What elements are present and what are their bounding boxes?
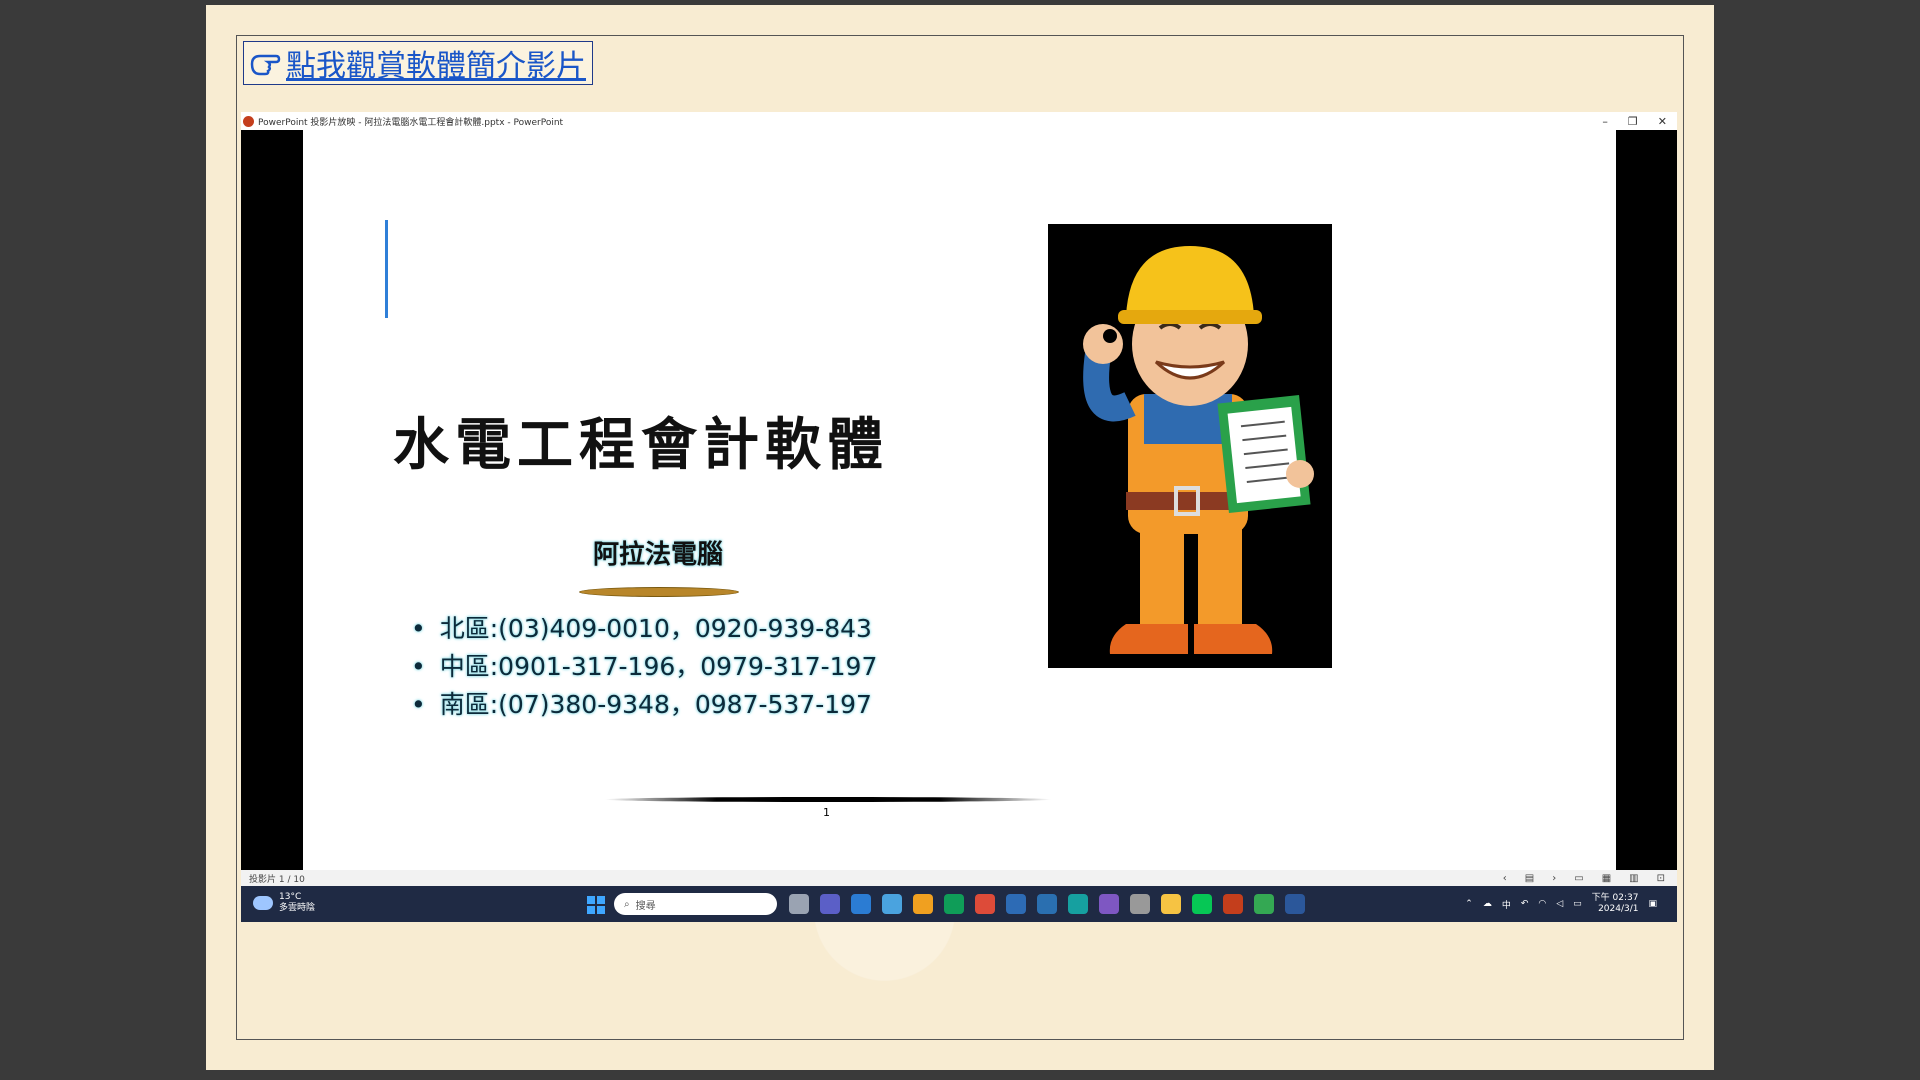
- taskbar-app-icon[interactable]: [1068, 894, 1088, 914]
- taskbar-app-icon[interactable]: [1192, 894, 1212, 914]
- normal-view-icon[interactable]: ▭: [1574, 873, 1583, 884]
- windows-taskbar: 13°C 多雲時陰 ⌕ 搜尋 ⌃ ☁ 中 ↶ ◠ ◁ ▭ 下午 02:37 20…: [241, 886, 1677, 922]
- system-tray: ⌃ ☁ 中 ↶ ◠ ◁ ▭ 下午 02:37 2024/3/1 ▣: [1465, 890, 1657, 918]
- reading-view-icon[interactable]: ▥: [1629, 873, 1638, 884]
- windows-start-icon[interactable]: [587, 896, 605, 914]
- taskbar-app-icon[interactable]: [1037, 894, 1057, 914]
- taskbar-app-icon[interactable]: [1099, 894, 1119, 914]
- taskbar-app-icon[interactable]: [1006, 894, 1026, 914]
- slide-menu-icon[interactable]: ▤: [1525, 873, 1534, 884]
- search-icon: ⌕: [624, 898, 630, 910]
- minimize-button[interactable]: –: [1602, 115, 1608, 128]
- temperature: 13°C: [279, 892, 302, 902]
- notification-icon[interactable]: ▣: [1648, 899, 1657, 909]
- taskbar-app-icon[interactable]: [913, 894, 933, 914]
- contact-item-central: 中區:0901-317-196，0979-317-197: [411, 648, 878, 686]
- slide[interactable]: 水電工程會計軟體 阿拉法電腦 北區:(03)409-0010，0920-939-…: [303, 130, 1616, 870]
- weather-description: 多雲時陰: [279, 903, 316, 913]
- worker-illustration: [1048, 224, 1332, 668]
- clock-date: 2024/3/1: [1598, 904, 1639, 914]
- slide-indicator: 投影片 1 / 10: [249, 874, 305, 885]
- onedrive-icon[interactable]: ☁: [1483, 899, 1492, 909]
- slideshow-view-icon[interactable]: ⊡: [1657, 873, 1665, 884]
- taskbar-app-icon[interactable]: [1285, 894, 1305, 914]
- taskbar-app-icon[interactable]: [1254, 894, 1274, 914]
- volume-icon[interactable]: ◁: [1556, 899, 1563, 909]
- document-page: 點我觀賞軟體簡介影片 PowerPoint 投影片放映 - 阿拉法電腦水電工程會…: [206, 5, 1714, 1070]
- watch-video-link[interactable]: 點我觀賞軟體簡介影片: [243, 41, 593, 85]
- pointing-hand-icon: [250, 54, 281, 76]
- weather-widget[interactable]: 13°C 多雲時陰: [253, 892, 315, 914]
- clock-time: 下午 02:37: [1591, 893, 1639, 903]
- contact-item-south: 南區:(07)380-9348，0987-537-197: [411, 686, 877, 724]
- powerpoint-logo-icon: [243, 115, 254, 127]
- ime-indicator[interactable]: 中: [1502, 898, 1511, 911]
- restore-button[interactable]: ❐: [1628, 115, 1638, 128]
- taskbar-search[interactable]: ⌕ 搜尋: [614, 893, 777, 915]
- taskbar-app-icon[interactable]: [789, 894, 809, 914]
- contact-item-north: 北區:(03)409-0010，0920-939-843: [411, 610, 877, 648]
- taskbar-app-icon[interactable]: [975, 894, 995, 914]
- wifi-icon[interactable]: ◠: [1538, 899, 1546, 909]
- footer-divider: [605, 797, 1051, 802]
- page-number: 1: [823, 806, 830, 819]
- next-slide-button[interactable]: ›: [1552, 873, 1556, 884]
- taskbar-app-icon[interactable]: [1161, 894, 1181, 914]
- accent-line: [385, 220, 388, 318]
- decorative-divider: [579, 587, 739, 597]
- window-titlebar: PowerPoint 投影片放映 - 阿拉法電腦水電工程會計軟體.pptx - …: [241, 112, 1677, 130]
- page-border: 點我觀賞軟體簡介影片 PowerPoint 投影片放映 - 阿拉法電腦水電工程會…: [236, 35, 1684, 1040]
- clock[interactable]: 下午 02:37 2024/3/1: [1592, 893, 1639, 915]
- slide-sorter-icon[interactable]: ▦: [1602, 873, 1611, 884]
- contact-list: 北區:(03)409-0010，0920-939-843 中區:0901-317…: [411, 610, 878, 724]
- taskbar-app-icon[interactable]: [1130, 894, 1150, 914]
- window-title: PowerPoint 投影片放映 - 阿拉法電腦水電工程會計軟體.pptx - …: [258, 117, 564, 128]
- watch-video-link-label: 點我觀賞軟體簡介影片: [286, 49, 586, 84]
- undo-icon[interactable]: ↶: [1521, 899, 1529, 909]
- battery-icon[interactable]: ▭: [1573, 899, 1582, 909]
- taskbar-app-icon[interactable]: [851, 894, 871, 914]
- prev-slide-button[interactable]: ‹: [1503, 873, 1507, 884]
- company-name: 阿拉法電腦: [593, 540, 724, 570]
- slideshow-area[interactable]: 水電工程會計軟體 阿拉法電腦 北區:(03)409-0010，0920-939-…: [241, 130, 1677, 870]
- cloud-icon: [253, 896, 273, 910]
- taskbar-app-icon[interactable]: [882, 894, 902, 914]
- chevron-up-icon[interactable]: ⌃: [1465, 899, 1473, 909]
- taskbar-app-icon[interactable]: [820, 894, 840, 914]
- pinned-apps: [789, 894, 1305, 914]
- close-button[interactable]: ✕: [1658, 115, 1667, 128]
- taskbar-app-icon[interactable]: [944, 894, 964, 914]
- search-placeholder: 搜尋: [635, 900, 656, 912]
- taskbar-app-icon[interactable]: [1223, 894, 1243, 914]
- status-bar: 投影片 1 / 10 ‹ ▤ › ▭ ▦ ▥ ⊡: [241, 870, 1677, 886]
- slide-title: 水電工程會計軟體: [393, 413, 889, 478]
